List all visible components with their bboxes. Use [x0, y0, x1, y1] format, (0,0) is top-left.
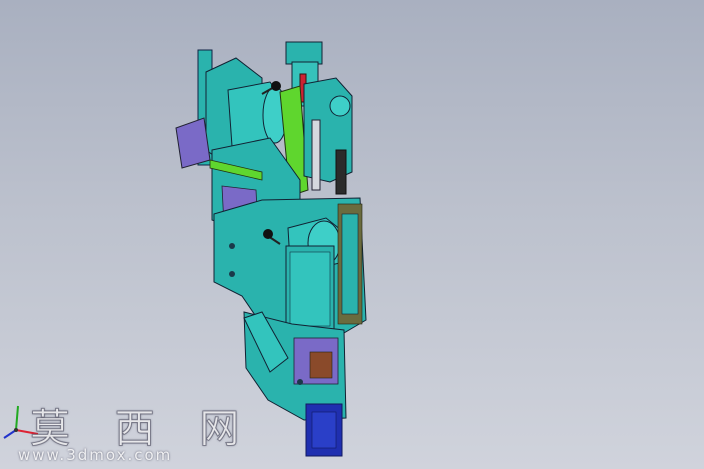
- bolt: [229, 243, 235, 249]
- guide-rod-right: [335, 149, 347, 195]
- watermark-url: www.3dmox.com: [18, 446, 173, 464]
- left-purple-plate: [175, 117, 211, 169]
- front-block-face: [289, 251, 331, 327]
- blue-base-motor-fins: [311, 411, 337, 449]
- right-gear-pack-inner: [341, 213, 359, 315]
- y-axis-icon: [15, 405, 19, 431]
- housing-disc: [329, 95, 351, 117]
- bolt: [229, 271, 235, 277]
- cad-viewport[interactable]: 莫 西 网 www.3dmox.com: [0, 0, 704, 469]
- z-axis-icon: [3, 429, 17, 439]
- lower-handle-knob: [263, 229, 273, 239]
- upper-handle-knob: [271, 81, 281, 91]
- guide-rod-left: [311, 119, 321, 191]
- bolt: [297, 379, 303, 385]
- top-cylinder-cap: [285, 41, 323, 65]
- lower-tower-slot-detail: [309, 351, 333, 379]
